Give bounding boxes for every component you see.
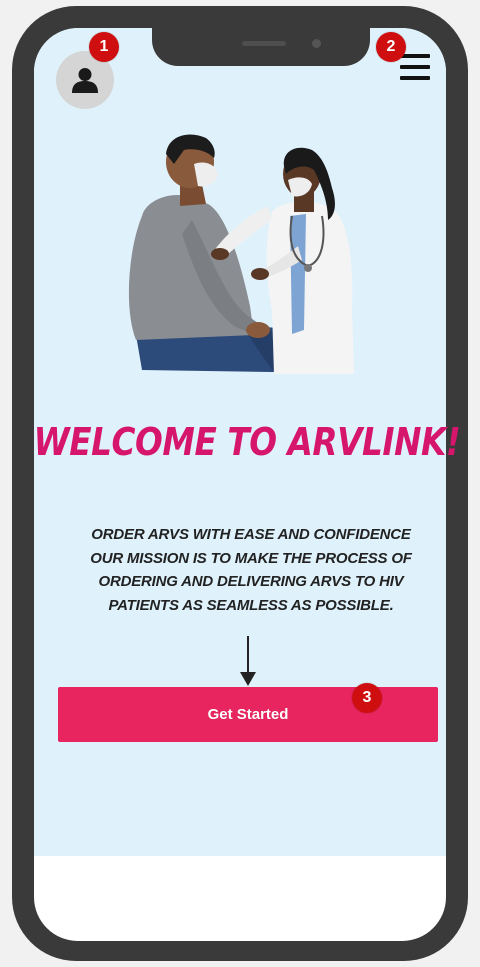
tagline-line: OUR MISSION IS TO MAKE THE PROCESS OF: [90, 549, 412, 567]
arrow-down-icon: [240, 636, 256, 686]
front-camera: [312, 39, 321, 48]
welcome-title: WELCOME TO ARVLINK!: [33, 420, 461, 464]
speaker-grille: [242, 41, 286, 46]
annotation-badge-3: 3: [352, 683, 382, 713]
welcome-tagline: ORDER ARVS WITH EASE AND CONFIDENCE OUR …: [88, 523, 414, 617]
tagline-line: ORDERING AND DELIVERING ARVS TO HIV: [98, 573, 404, 590]
menu-line: [400, 76, 430, 80]
person-icon: [72, 68, 98, 93]
hamburger-menu-icon[interactable]: [400, 53, 430, 81]
tagline-line: ORDER ARVS WITH EASE AND CONFIDENCE: [91, 526, 411, 543]
menu-line: [400, 54, 430, 58]
annotation-badge-1: 1: [89, 32, 119, 62]
doctor-patient-illustration: [128, 134, 354, 374]
tagline-line: PATIENTS AS SEAMLESS AS POSSIBLE.: [108, 596, 394, 614]
menu-line: [400, 65, 430, 69]
annotation-badge-2: 2: [376, 32, 406, 62]
phone-notch: [152, 28, 370, 66]
